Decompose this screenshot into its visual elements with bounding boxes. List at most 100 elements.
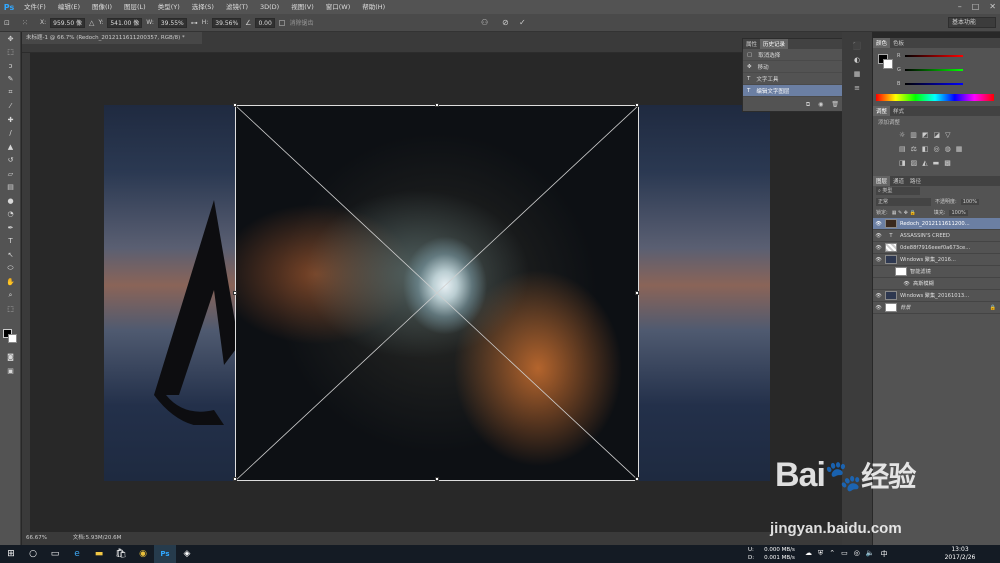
- minimize-icon[interactable]: –: [958, 0, 962, 14]
- cancel-transform-icon[interactable]: ⊘: [502, 18, 509, 27]
- menu-view[interactable]: 视图(V): [285, 0, 320, 14]
- menu-image[interactable]: 图像(I): [86, 0, 118, 14]
- tab-styles[interactable]: 样式: [890, 106, 907, 116]
- history-brush-tool-icon[interactable]: ↺: [0, 154, 21, 168]
- document-tab[interactable]: 未标题-1 @ 66.7% (Redoch_20121116112003​57,…: [22, 32, 202, 44]
- shield-icon[interactable]: ⛨: [818, 549, 823, 559]
- transform-handle-r[interactable]: [635, 291, 639, 295]
- tab-paths[interactable]: 路径: [907, 176, 924, 186]
- layer-filter-select[interactable]: ⌕ 类型: [876, 187, 920, 195]
- default-colors-icon[interactable]: ⬚: [0, 302, 21, 316]
- tab-channels[interactable]: 通道: [890, 176, 907, 186]
- transform-handle-tl[interactable]: [233, 103, 237, 107]
- warp-icon[interactable]: ⚇: [481, 18, 488, 27]
- move-tool-icon[interactable]: ✥: [0, 32, 21, 46]
- tab-layers[interactable]: 图层: [873, 176, 891, 186]
- exposure-icon[interactable]: ◪: [934, 131, 941, 139]
- workspace-select[interactable]: 基本功能: [948, 17, 996, 28]
- dodge-tool-icon[interactable]: ◔: [0, 208, 21, 222]
- chevron-up-icon[interactable]: ⌃: [829, 549, 835, 559]
- fill-input[interactable]: 100%: [949, 209, 968, 216]
- network-icon[interactable]: ◎: [854, 549, 860, 559]
- layer-row[interactable]: 👁 Windows 聚集_20161013...: [873, 290, 1000, 302]
- eye-icon[interactable]: 👁: [875, 245, 882, 251]
- y-input[interactable]: 541.00 像: [107, 17, 143, 28]
- taskbar-clock[interactable]: 13:03 2017/2/26: [940, 545, 980, 563]
- eye-icon[interactable]: 👁: [875, 305, 882, 311]
- menu-select[interactable]: 选择(S): [186, 0, 220, 14]
- doc-size-info[interactable]: 文档:5.93M/20.6M: [73, 535, 122, 541]
- transform-handle-t[interactable]: [435, 103, 439, 107]
- w-input[interactable]: 39.55%: [157, 17, 187, 28]
- eraser-tool-icon[interactable]: ▱: [0, 167, 21, 181]
- healing-brush-tool-icon[interactable]: ✚: [0, 113, 21, 127]
- zoom-tool-icon[interactable]: ⌕: [0, 289, 21, 303]
- lasso-tool-icon[interactable]: ↄ: [0, 59, 21, 73]
- styles-dock-icon[interactable]: ▦: [842, 70, 872, 78]
- history-item[interactable]: ▢ 取消选择: [743, 49, 851, 61]
- marquee-tool-icon[interactable]: ⬚: [0, 46, 21, 60]
- history-item[interactable]: ✥ 移动: [743, 61, 851, 73]
- close-icon[interactable]: ✕: [989, 0, 996, 14]
- menu-file[interactable]: 文件(F): [18, 0, 52, 14]
- opacity-input[interactable]: 100%: [960, 198, 979, 205]
- canvas-area[interactable]: [30, 53, 842, 532]
- interp-checkbox[interactable]: [279, 19, 286, 26]
- search-icon[interactable]: ○: [22, 545, 44, 563]
- color-spectrum[interactable]: [876, 94, 994, 101]
- bw-icon[interactable]: ◧: [922, 145, 929, 153]
- battery-icon[interactable]: ▭: [841, 549, 848, 559]
- menu-help[interactable]: 帮助(H): [356, 0, 391, 14]
- lock-icons[interactable]: ▦ ✎ ✥ 🔒: [892, 210, 916, 216]
- hand-tool-icon[interactable]: ✋: [0, 275, 21, 289]
- adjust-dock-icon[interactable]: ◐: [842, 56, 872, 64]
- curves-icon[interactable]: ◩: [922, 131, 929, 139]
- eyedropper-tool-icon[interactable]: ⁄: [0, 100, 21, 114]
- h-input[interactable]: 39.56%: [212, 17, 242, 28]
- clone-stamp-tool-icon[interactable]: ▲: [0, 140, 21, 154]
- menu-window[interactable]: 窗口(W): [320, 0, 357, 14]
- channel-mixer-icon[interactable]: ◍: [945, 145, 951, 153]
- color-balance-icon[interactable]: ⚖: [911, 145, 917, 153]
- shape-tool-icon[interactable]: ⬭: [0, 262, 21, 276]
- tab-color[interactable]: 颜色: [873, 38, 891, 48]
- levels-icon[interactable]: ▥: [910, 131, 917, 139]
- move-tool-preset-icon[interactable]: ⊡: [4, 19, 18, 27]
- history-item[interactable]: T 编辑文字图层: [743, 85, 851, 97]
- blend-mode-select[interactable]: 正常: [876, 197, 931, 206]
- bg-color-chip[interactable]: [883, 59, 893, 69]
- new-snapshot-icon[interactable]: ⧉: [806, 101, 810, 109]
- tab-adjustments[interactable]: 调整: [873, 106, 891, 116]
- windows-start-icon[interactable]: ⊞: [0, 545, 22, 563]
- eye-icon[interactable]: 👁: [875, 257, 882, 263]
- camera-icon[interactable]: ◉: [818, 101, 823, 109]
- chrome-icon[interactable]: ◉: [132, 545, 154, 563]
- volume-icon[interactable]: 🔈: [866, 549, 875, 559]
- ime-icon[interactable]: 中: [881, 549, 888, 559]
- history-item[interactable]: T 文字工具: [743, 73, 851, 85]
- commit-transform-icon[interactable]: ✓: [519, 18, 526, 27]
- layer-row[interactable]: 👁 Windows 聚集_2016...: [873, 254, 1000, 266]
- store-icon[interactable]: 🛍: [110, 545, 132, 563]
- file-explorer-icon[interactable]: ▬: [88, 545, 110, 563]
- transform-handle-br[interactable]: [635, 477, 639, 481]
- transform-handle-b[interactable]: [435, 477, 439, 481]
- trash-icon[interactable]: 🗑: [831, 101, 839, 109]
- crop-tool-icon[interactable]: ⌗: [0, 86, 21, 100]
- gradient-map-icon[interactable]: ▬: [933, 159, 940, 167]
- menu-edit[interactable]: 编辑(E): [52, 0, 86, 14]
- layer-row[interactable]: 👁 0de88f7916eeef0a673ce...: [873, 242, 1000, 254]
- gradient-tool-icon[interactable]: ▤: [0, 181, 21, 195]
- brush-tool-icon[interactable]: /: [0, 127, 21, 141]
- smart-filter-row[interactable]: 智能滤镜: [873, 266, 1000, 278]
- task-view-icon[interactable]: ▭: [44, 545, 66, 563]
- zoom-readout[interactable]: 66.67%: [26, 535, 47, 541]
- layer-row[interactable]: 👁 背景 🔒: [873, 302, 1000, 314]
- b-slider[interactable]: [905, 83, 963, 85]
- background-color-swatch[interactable]: [8, 334, 17, 343]
- hue-sat-icon[interactable]: ▤: [899, 145, 906, 153]
- edge-icon[interactable]: e: [66, 545, 88, 563]
- transform-handle-l[interactable]: [233, 291, 237, 295]
- reference-point-icon[interactable]: ⁙: [22, 19, 36, 27]
- menu-type[interactable]: 类型(Y): [152, 0, 186, 14]
